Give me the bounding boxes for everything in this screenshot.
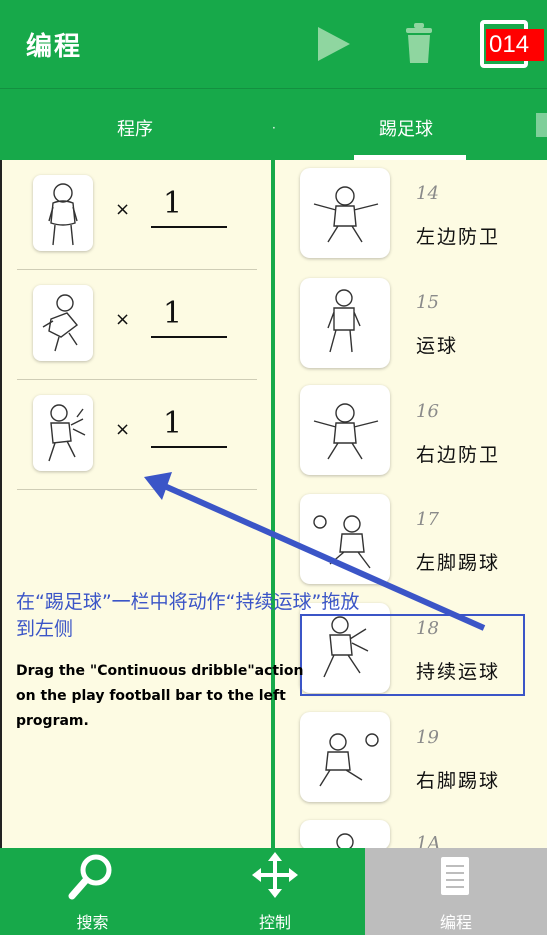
move-icon [252, 852, 298, 898]
step-counter: 014 [486, 29, 544, 61]
nav-label: 控制 [258, 913, 291, 932]
annotation-chinese: 在“踢足球”一栏中将动作“持续运球”拖放到左侧 [16, 591, 360, 640]
nav-search[interactable]: 搜索 [0, 848, 185, 935]
play-icon[interactable] [318, 27, 350, 61]
trash-icon[interactable] [404, 22, 434, 64]
action-card-thumbnail[interactable] [300, 820, 390, 851]
tab-program[interactable]: 程序 [117, 115, 153, 141]
tab-overflow[interactable] [536, 113, 547, 137]
action-name: 右边防卫 [416, 444, 501, 466]
action-thumbnail[interactable] [33, 285, 93, 361]
count-underline [151, 336, 227, 338]
action-number: 16 [416, 401, 439, 422]
action-number: 15 [416, 292, 439, 313]
repeat-count[interactable]: 1 [163, 186, 182, 221]
annotation-english: Drag the "Continuous dribble"action on t… [16, 663, 304, 729]
program-row[interactable]: × 1 [17, 380, 257, 490]
program-row[interactable]: × 1 [17, 270, 257, 380]
nav-label: 编程 [439, 913, 472, 932]
bottom-nav: 搜索 控制 编程 [0, 848, 547, 935]
tab-bar: 程序 · 踢足球 [0, 88, 547, 160]
program-row[interactable]: × 1 [17, 160, 257, 270]
action-card-thumbnail[interactable] [300, 385, 390, 475]
count-underline [151, 446, 227, 448]
action-number: 14 [416, 183, 439, 204]
action-card-thumbnail[interactable] [300, 712, 390, 802]
action-thumbnail[interactable] [33, 175, 93, 251]
nav-edit[interactable]: 编程 [365, 848, 547, 935]
tab-separator: · [272, 121, 276, 135]
count-underline [151, 226, 227, 228]
action-card-thumbnail[interactable] [300, 494, 390, 584]
nav-control[interactable]: 控制 [185, 848, 365, 935]
repeat-count[interactable]: 1 [163, 406, 182, 441]
document-icon [441, 857, 469, 895]
action-card-thumbnail[interactable] [300, 278, 390, 368]
multiply-symbol: × [115, 419, 131, 440]
screen-edge [0, 160, 2, 850]
app-header: 编程 014 [0, 0, 547, 88]
action-number: 17 [416, 509, 439, 530]
action-name: 右脚踢球 [416, 770, 501, 792]
page-title: 编程 [26, 32, 83, 62]
action-number: 19 [416, 727, 439, 748]
action-name: 左脚踢球 [416, 552, 501, 574]
tab-active-indicator [354, 155, 466, 160]
multiply-symbol: × [115, 199, 131, 220]
action-name: 运球 [416, 335, 459, 357]
tab-football[interactable]: 踢足球 [379, 115, 433, 141]
action-card-thumbnail[interactable] [300, 168, 390, 258]
multiply-symbol: × [115, 309, 131, 330]
action-name: 左边防卫 [416, 226, 501, 248]
search-icon [68, 854, 112, 900]
nav-label: 搜索 [76, 913, 109, 932]
action-thumbnail[interactable] [33, 395, 93, 471]
repeat-count[interactable]: 1 [163, 296, 182, 331]
panel-divider [271, 160, 275, 850]
